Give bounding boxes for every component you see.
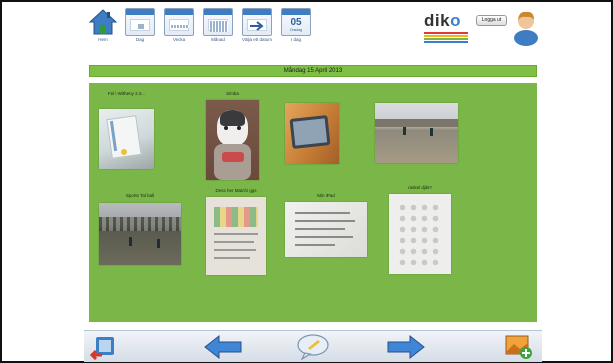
calendar-day-icon: [125, 8, 155, 36]
month-label: Månad: [211, 37, 225, 42]
speech-bubble-icon[interactable]: [296, 334, 330, 360]
arrow-left-icon[interactable]: [203, 334, 243, 360]
media-tile[interactable]: Dess her Matchi ggs: [206, 188, 266, 275]
month-button[interactable]: Månad: [200, 8, 236, 52]
week-label: Vecka: [172, 37, 186, 42]
calendar-today-icon: 05 Onsdag: [281, 8, 311, 36]
day-label: Dag: [135, 37, 145, 42]
media-tile[interactable]: [285, 103, 339, 164]
bottom-nav: [84, 330, 542, 362]
tile-image: [206, 197, 266, 275]
day-button[interactable]: Dag: [122, 8, 158, 52]
add-image-icon[interactable]: [504, 334, 534, 360]
today-weekday: Onsdag: [289, 28, 303, 32]
calendar-arrow-icon: [242, 8, 272, 36]
screen-frame: Hem Dag Vecka Månad Välja ett datum 05 O…: [0, 0, 613, 363]
tile-image: [99, 109, 154, 169]
pick-date-button[interactable]: Välja ett datum: [239, 8, 275, 52]
media-tile[interactable]: Sports Tal ball: [99, 193, 181, 265]
user-icon[interactable]: [512, 8, 540, 46]
today-number: 05: [290, 17, 302, 28]
media-tile[interactable]: raskel djikt?: [389, 185, 451, 274]
media-tile[interactable]: Min iPad: [285, 193, 367, 257]
diko-app: Hem Dag Vecka Månad Välja ett datum 05 O…: [84, 6, 542, 362]
tile-caption: Min iPad: [317, 193, 335, 198]
calendar-week-icon: [164, 8, 194, 36]
diko-logo: diko: [424, 11, 468, 45]
logout-button[interactable]: Logga ut: [476, 15, 507, 26]
media-tile[interactable]: Fel i Witheny 2.3...: [99, 91, 154, 169]
tile-image: [285, 202, 367, 257]
today-label: I dag: [290, 37, 301, 42]
home-icon: [88, 9, 118, 35]
tile-caption: Simba: [226, 91, 239, 96]
tile-caption: Dess her Matchi ggs: [215, 188, 257, 193]
tile-image: [206, 100, 259, 180]
media-tile[interactable]: Simba: [206, 91, 259, 180]
home-button[interactable]: Hem: [85, 8, 121, 52]
tile-image: [389, 194, 451, 274]
today-button[interactable]: 05 Onsdag I dag: [278, 8, 314, 52]
tile-image: [99, 203, 181, 265]
week-button[interactable]: Vecka: [161, 8, 197, 52]
home-label: Hem: [98, 37, 108, 42]
arrow-right-icon[interactable]: [386, 334, 426, 360]
top-toolbar: Hem Dag Vecka Månad Välja ett datum 05 O…: [84, 6, 542, 58]
tile-caption: Sports Tal ball: [125, 193, 155, 198]
tile-image: [375, 103, 458, 163]
media-tile[interactable]: [375, 103, 458, 163]
tile-caption: Fel i Witheny 2.3...: [107, 91, 146, 96]
date-header: Måndag 15 April 2013: [89, 65, 537, 77]
day-content-area: Fel i Witheny 2.3... Simba Sports Tal ba…: [89, 83, 537, 322]
calendar-month-icon: [203, 8, 233, 36]
pick-date-label: Välja ett datum: [241, 37, 273, 42]
tile-caption: raskel djikt?: [408, 185, 432, 190]
tile-image: [285, 103, 339, 164]
back-icon[interactable]: [88, 334, 118, 360]
